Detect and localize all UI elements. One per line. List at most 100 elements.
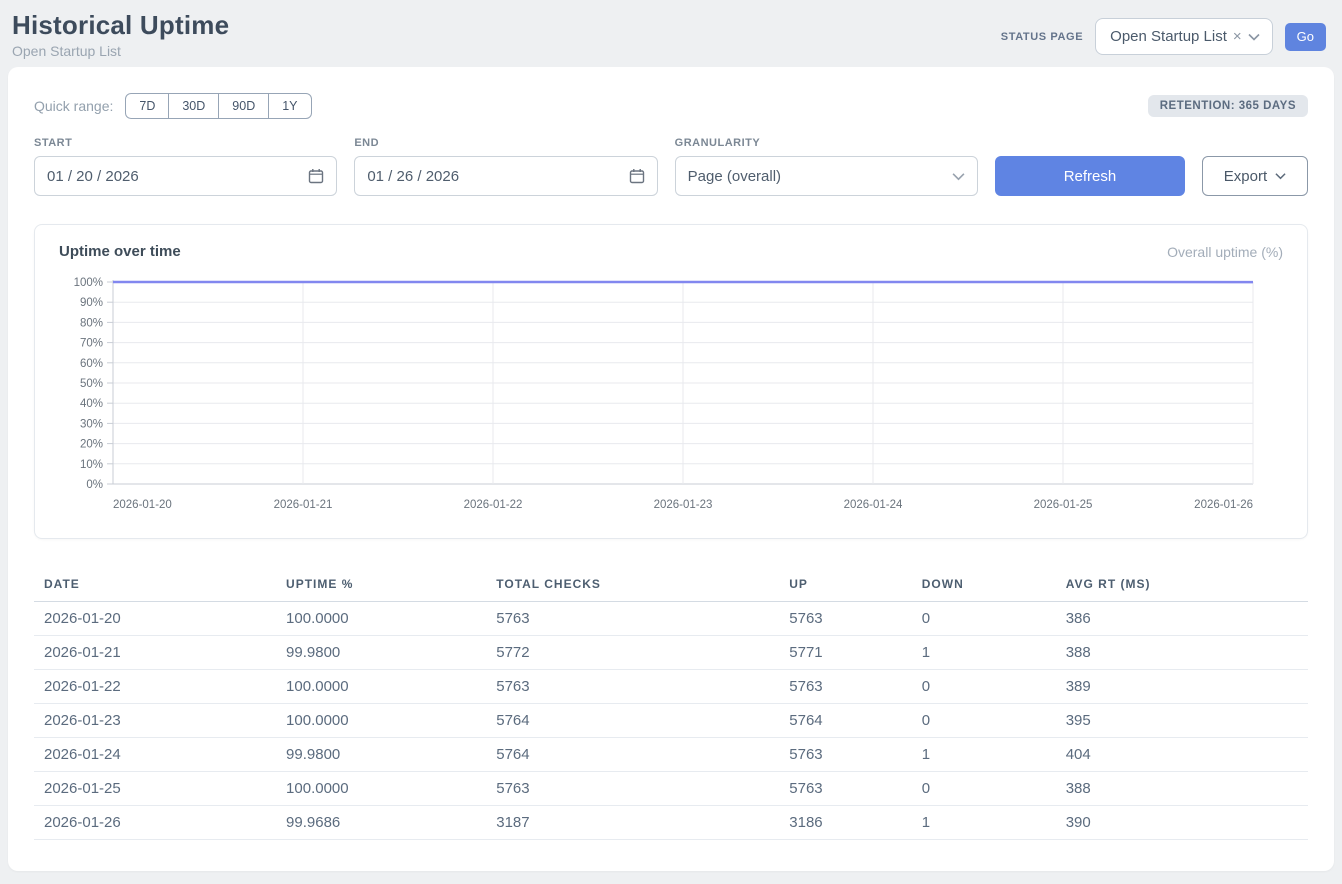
table-cell: 2026-01-23	[34, 704, 276, 738]
table-cell: 386	[1056, 602, 1308, 636]
header-controls: STATUS PAGE Open Startup List × Go	[1001, 18, 1326, 55]
calendar-icon[interactable]	[308, 168, 324, 184]
table-cell: 0	[912, 704, 1056, 738]
export-button-label: Export	[1224, 168, 1267, 185]
y-axis-tick-label: 0%	[86, 479, 103, 491]
granularity-field: GRANULARITY Page (overall)	[675, 137, 978, 196]
end-date-field: END 01 / 26 / 2026	[354, 137, 657, 196]
table-cell: 0	[912, 602, 1056, 636]
table-cell: 5764	[779, 704, 911, 738]
chevron-down-icon	[952, 172, 965, 181]
quick-range-row: Quick range: 7D30D90D1Y RETENTION: 365 D…	[34, 93, 1308, 119]
table-cell: 99.9800	[276, 636, 486, 670]
table-cell: 5763	[779, 738, 911, 772]
table-cell: 388	[1056, 772, 1308, 806]
table-cell: 5764	[486, 704, 779, 738]
calendar-icon[interactable]	[629, 168, 645, 184]
x-axis-tick-label: 2026-01-23	[654, 499, 713, 511]
quick-range-90d-button[interactable]: 90D	[218, 93, 269, 119]
table-cell: 5764	[486, 738, 779, 772]
status-page-select[interactable]: Open Startup List ×	[1095, 18, 1273, 55]
end-date-value: 01 / 26 / 2026	[367, 168, 459, 185]
table-row: 2026-01-20100.0000576357630386	[34, 602, 1308, 636]
table-row: 2026-01-2699.9686318731861390	[34, 806, 1308, 840]
y-axis-tick-label: 20%	[80, 439, 103, 451]
table-cell: 5772	[486, 636, 779, 670]
granularity-select[interactable]: Page (overall)	[675, 156, 978, 196]
table-cell: 1	[912, 738, 1056, 772]
title-block: Historical Uptime Open Startup List	[12, 10, 229, 59]
table-cell: 3186	[779, 806, 911, 840]
table-cell: 5763	[779, 602, 911, 636]
table-cell: 2026-01-22	[34, 670, 276, 704]
start-date-field: START 01 / 20 / 2026	[34, 137, 337, 196]
main-panel: Quick range: 7D30D90D1Y RETENTION: 365 D…	[8, 67, 1334, 871]
column-header: UPTIME %	[276, 569, 486, 602]
refresh-button[interactable]: Refresh	[995, 156, 1185, 196]
table-cell: 5763	[779, 670, 911, 704]
table-cell: 2026-01-26	[34, 806, 276, 840]
page-title: Historical Uptime	[12, 10, 229, 41]
y-axis-tick-label: 50%	[80, 378, 103, 390]
table-cell: 100.0000	[276, 602, 486, 636]
table-cell: 100.0000	[276, 670, 486, 704]
start-date-input[interactable]: 01 / 20 / 2026	[34, 156, 337, 196]
chevron-down-icon	[1275, 172, 1286, 180]
y-axis-tick-label: 10%	[80, 459, 103, 471]
table-cell: 390	[1056, 806, 1308, 840]
column-header: AVG RT (MS)	[1056, 569, 1308, 602]
retention-badge: RETENTION: 365 DAYS	[1148, 95, 1308, 117]
quick-range-30d-button[interactable]: 30D	[168, 93, 219, 119]
granularity-label: GRANULARITY	[675, 137, 978, 149]
end-date-label: END	[354, 137, 657, 149]
y-axis-tick-label: 60%	[80, 358, 103, 370]
x-axis-tick-label: 2026-01-24	[844, 499, 903, 511]
table-cell: 5763	[486, 670, 779, 704]
table-cell: 2026-01-21	[34, 636, 276, 670]
x-axis-tick-label: 2026-01-25	[1034, 499, 1093, 511]
quick-range-group: 7D30D90D1Y	[125, 93, 311, 119]
go-button[interactable]: Go	[1285, 23, 1326, 51]
filter-controls: START 01 / 20 / 2026 END 01 / 26 / 2026 …	[34, 137, 1308, 196]
column-header: DOWN	[912, 569, 1056, 602]
uptime-table: DATEUPTIME %TOTAL CHECKSUPDOWNAVG RT (MS…	[34, 569, 1308, 840]
chart-title: Uptime over time	[59, 243, 181, 260]
status-page-label: STATUS PAGE	[1001, 31, 1083, 43]
table-row: 2026-01-2499.9800576457631404	[34, 738, 1308, 772]
table-cell: 1	[912, 806, 1056, 840]
table-cell: 3187	[486, 806, 779, 840]
table-cell: 99.9800	[276, 738, 486, 772]
table-row: 2026-01-22100.0000576357630389	[34, 670, 1308, 704]
start-date-label: START	[34, 137, 337, 149]
uptime-line-chart: 0%10%20%30%40%50%60%70%80%90%100%2026-01…	[59, 272, 1283, 524]
table-cell: 5763	[486, 602, 779, 636]
table-body: 2026-01-20100.00005763576303862026-01-21…	[34, 602, 1308, 840]
page-header: Historical Uptime Open Startup List STAT…	[0, 0, 1342, 67]
export-button[interactable]: Export	[1202, 156, 1308, 196]
chart-legend: Overall uptime (%)	[1167, 244, 1283, 260]
table-row: 2026-01-23100.0000576457640395	[34, 704, 1308, 738]
y-axis-tick-label: 70%	[80, 338, 103, 350]
clear-selection-icon[interactable]: ×	[1233, 28, 1242, 45]
quick-range-label: Quick range:	[34, 98, 113, 114]
start-date-value: 01 / 20 / 2026	[47, 168, 139, 185]
y-axis-tick-label: 90%	[80, 297, 103, 309]
column-header: DATE	[34, 569, 276, 602]
quick-range-7d-button[interactable]: 7D	[125, 93, 169, 119]
chevron-down-icon	[1248, 33, 1260, 41]
table-row: 2026-01-2199.9800577257711388	[34, 636, 1308, 670]
table-cell: 100.0000	[276, 772, 486, 806]
table-cell: 2026-01-24	[34, 738, 276, 772]
table-cell: 404	[1056, 738, 1308, 772]
y-axis-tick-label: 100%	[74, 277, 103, 289]
table-cell: 395	[1056, 704, 1308, 738]
quick-range-1y-button[interactable]: 1Y	[268, 93, 311, 119]
table-cell: 100.0000	[276, 704, 486, 738]
uptime-chart-card: Uptime over time Overall uptime (%) 0% 10…	[34, 224, 1308, 539]
table-cell: 5771	[779, 636, 911, 670]
x-axis-tick-label: 2026-01-21	[274, 499, 333, 511]
end-date-input[interactable]: 01 / 26 / 2026	[354, 156, 657, 196]
table-header-row: DATEUPTIME %TOTAL CHECKSUPDOWNAVG RT (MS…	[34, 569, 1308, 602]
table-cell: 0	[912, 670, 1056, 704]
table-cell: 389	[1056, 670, 1308, 704]
